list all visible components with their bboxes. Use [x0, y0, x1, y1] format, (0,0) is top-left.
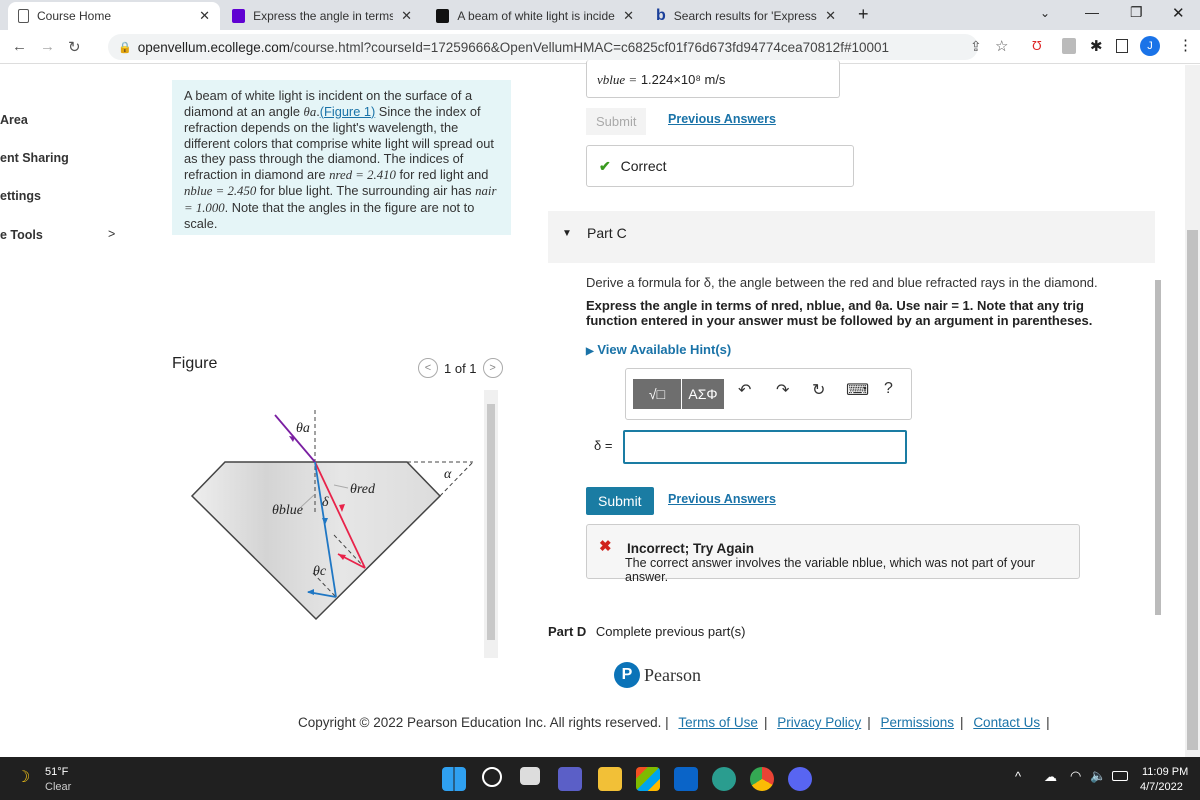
redo-icon[interactable]: ↷: [776, 380, 789, 400]
file-explorer-icon[interactable]: [598, 767, 622, 791]
weather-desc[interactable]: Clear: [45, 781, 71, 793]
show-hidden-icons-chevron[interactable]: ^: [1015, 769, 1021, 784]
label-theta-c: θc: [313, 564, 327, 579]
bookmark-star-icon[interactable]: ☆: [995, 37, 1008, 55]
label-theta-blue: θblue: [272, 503, 303, 518]
discord-icon[interactable]: [788, 767, 812, 791]
reset-icon[interactable]: ↻: [812, 380, 825, 400]
hints-label: View Available Hint(s): [597, 342, 732, 357]
scroll-thumb[interactable]: [487, 404, 495, 640]
pearson-logo: P Pearson: [614, 662, 701, 688]
edge-icon[interactable]: [712, 767, 736, 791]
part-b-previous-answers-link[interactable]: Previous Answers: [668, 112, 776, 126]
extensions-puzzle-icon[interactable]: ✱: [1090, 37, 1103, 55]
battery-icon[interactable]: [1112, 771, 1128, 781]
restore-button[interactable]: ❐: [1130, 4, 1143, 21]
permissions-link[interactable]: Permissions: [881, 715, 955, 730]
close-icon[interactable]: ✕: [825, 8, 836, 24]
inner-scrollbar[interactable]: [1155, 280, 1161, 615]
part-c-instruction: Express the angle in terms of nred, nblu…: [586, 298, 1093, 328]
help-icon[interactable]: ?: [884, 380, 893, 398]
correct-text: Correct: [620, 158, 667, 174]
menu-kebab-icon[interactable]: ⋮: [1178, 36, 1193, 54]
onedrive-icon[interactable]: ☁: [1044, 769, 1057, 785]
greek-symbols-button[interactable]: ΑΣΦ: [682, 379, 724, 409]
templates-button[interactable]: √□: [633, 379, 681, 409]
profile-avatar[interactable]: J: [1140, 36, 1160, 56]
part-b-answer-display: vblue = 1.224×10⁸ m/s: [586, 60, 840, 98]
share-icon[interactable]: ⇪: [970, 38, 982, 55]
part-b-submit-button[interactable]: Submit: [586, 108, 647, 135]
part-d-status: Complete previous part(s): [595, 624, 746, 639]
triangle-right-icon: ▶: [586, 346, 594, 357]
diamond-figure: θa θred θblue δ θc α: [190, 410, 474, 621]
math-editor: √□ ΑΣΦ ↶ ↷ ↻ ⌨ ?: [625, 368, 912, 420]
answer-variable: vblue =: [597, 72, 638, 87]
hints-toggle[interactable]: ▶ View Available Hint(s): [586, 342, 731, 357]
correct-feedback: ✔ Correct: [586, 145, 854, 187]
undo-icon[interactable]: ↶: [738, 380, 751, 400]
figure-scrollbar[interactable]: [484, 390, 498, 658]
taskbar: ☽ 51°F Clear ^ ☁ ◠ 🔈 11:09 PM 4/7/2022: [0, 757, 1200, 800]
windows-start-icon[interactable]: [442, 767, 466, 791]
store-icon[interactable]: [636, 767, 660, 791]
tab-title: Search results for 'Express the an: [673, 9, 817, 23]
arrow-icon: [289, 436, 295, 442]
chrome-icon[interactable]: [750, 767, 774, 791]
check-icon: ✔: [599, 158, 611, 174]
clock-date[interactable]: 4/7/2022: [1140, 781, 1183, 793]
task-view-icon[interactable]: [520, 767, 540, 785]
footer: Copyright © 2022 Pearson Education Inc. …: [298, 715, 1050, 730]
part-c-header[interactable]: ▼ Part C: [548, 211, 1155, 263]
part-c-question: Derive a formula for δ, the angle betwee…: [586, 275, 1098, 290]
terms-link[interactable]: Terms of Use: [678, 715, 758, 730]
close-window-button[interactable]: ✕: [1172, 4, 1185, 22]
pearson-wordmark: Pearson: [644, 664, 701, 685]
tab-bing[interactable]: b Search results for 'Express the an ✕: [646, 2, 846, 30]
collapse-triangle-icon[interactable]: ▼: [562, 228, 572, 239]
extension-icon[interactable]: Ʊ: [1032, 38, 1042, 53]
search-icon[interactable]: [482, 767, 502, 787]
part-d-row: Part D Complete previous part(s): [548, 624, 745, 639]
clock-time[interactable]: 11:09 PM: [1142, 766, 1188, 778]
privacy-link[interactable]: Privacy Policy: [777, 715, 861, 730]
wifi-icon[interactable]: ◠: [1070, 768, 1081, 784]
label-theta-a: θa: [296, 421, 310, 436]
new-tab-button[interactable]: +: [858, 4, 869, 25]
volume-icon[interactable]: 🔈: [1090, 768, 1106, 784]
keyboard-icon[interactable]: ⌨: [846, 380, 869, 400]
part-c-title: Part C: [587, 225, 627, 241]
page-scrollbar[interactable]: [1185, 65, 1200, 757]
reading-list-icon[interactable]: [1116, 39, 1128, 53]
part-d-title: Part D: [548, 624, 587, 639]
contact-link[interactable]: Contact Us: [973, 715, 1040, 730]
label-theta-red: θred: [350, 482, 376, 497]
mail-icon[interactable]: [674, 767, 698, 791]
weather-temp[interactable]: 51°F: [45, 766, 68, 778]
bing-icon: b: [656, 7, 666, 24]
teams-icon[interactable]: [558, 767, 582, 791]
answer-label: δ =: [594, 438, 613, 453]
feedback-title: Incorrect; Try Again: [627, 541, 755, 556]
answer-value: 1.224×10⁸ m/s: [640, 72, 726, 87]
close-icon[interactable]: ✕: [623, 8, 634, 24]
tab-search-icon[interactable]: ⌄: [1040, 6, 1050, 20]
pearson-p-icon: P: [614, 662, 640, 688]
delta-answer-input[interactable]: [623, 430, 907, 464]
incorrect-feedback: ✖ Incorrect; Try Again The correct answe…: [586, 524, 1080, 584]
copyright: Copyright © 2022 Pearson Education Inc. …: [298, 715, 669, 730]
scroll-thumb[interactable]: [1187, 230, 1198, 750]
minimize-button[interactable]: —: [1085, 4, 1099, 20]
part-c-previous-answers-link[interactable]: Previous Answers: [668, 492, 776, 506]
x-mark-icon: ✖: [599, 538, 612, 555]
part-c-submit-button[interactable]: Submit: [586, 487, 654, 515]
moon-weather-icon: ☽: [16, 769, 31, 786]
label-delta: δ: [322, 495, 329, 510]
label-alpha: α: [444, 467, 452, 482]
feedback-body: The correct answer involves the variable…: [625, 556, 1035, 584]
extension-icon[interactable]: [1062, 38, 1076, 54]
diamond-shape: [190, 461, 442, 621]
